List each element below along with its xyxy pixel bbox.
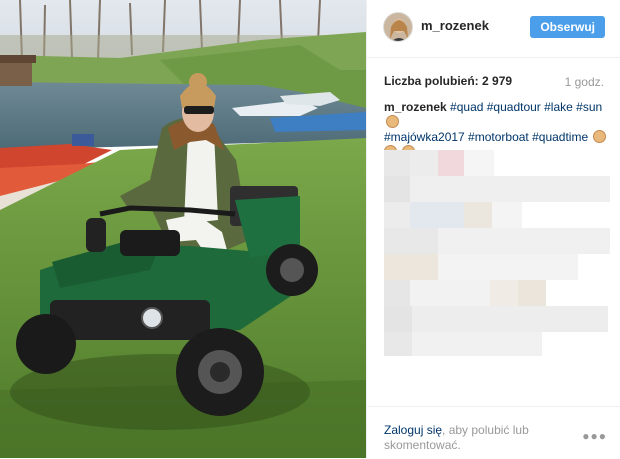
post-sidebar: m_rozenek Obserwuj Liczba polubień: 2 97…	[366, 0, 620, 458]
likes-count: Liczba polubień: 2 979	[384, 74, 512, 88]
more-options-icon[interactable]: ●●●	[582, 429, 607, 443]
caption-hashtags-line2[interactable]: #majówka2017 #motorboat #quadtime	[384, 130, 588, 144]
follow-button[interactable]: Obserwuj	[530, 16, 605, 38]
flexed-biceps-icon	[386, 115, 399, 128]
post-photo	[0, 0, 366, 458]
username-link[interactable]: m_rozenek	[421, 18, 489, 33]
avatar[interactable]	[383, 12, 413, 42]
caption-username[interactable]: m_rozenek	[384, 100, 447, 114]
likes-value: 2 979	[482, 74, 513, 88]
post-header: m_rozenek Obserwuj	[367, 0, 620, 58]
post-timestamp[interactable]: 1 godz.	[565, 75, 604, 89]
flexed-biceps-icon	[593, 130, 607, 143]
post-footer: Zaloguj się, aby polubić lub skomentować…	[367, 406, 620, 459]
login-prompt: Zaloguj się, aby polubić lub skomentować…	[384, 423, 564, 453]
login-link[interactable]: Zaloguj się	[384, 423, 442, 437]
caption-hashtags-line1[interactable]: #quad #quadtour #lake #sun	[450, 100, 602, 114]
photo-scene	[0, 0, 366, 458]
likes-label: Liczba polubień:	[384, 74, 479, 88]
blurred-comments	[384, 150, 610, 360]
